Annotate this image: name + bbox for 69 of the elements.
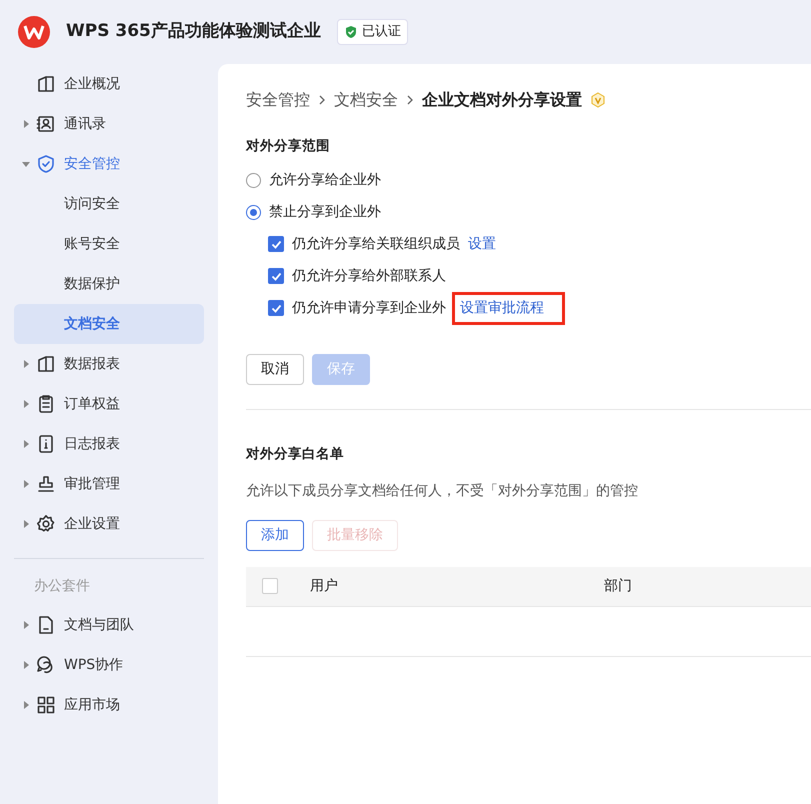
sidebar-item[interactable]: 通讯录 [14, 104, 204, 144]
sidebar-subitem[interactable]: 文档安全 [14, 304, 204, 344]
caret-down-icon [22, 160, 30, 168]
settings-link[interactable]: 设置 [468, 234, 496, 255]
highlighted-link[interactable]: 设置审批流程 [452, 292, 565, 325]
section-title: 对外分享范围 [246, 137, 331, 156]
checkbox-label: 仍允许分享给外部联系人 [292, 266, 446, 286]
checkbox-label: 仍允许分享给关联组织成员 [292, 234, 460, 254]
caret-right-icon [22, 400, 30, 408]
caret-right-icon [22, 701, 30, 709]
breadcrumb-link[interactable]: 文档安全 [334, 88, 398, 112]
radio-button[interactable] [246, 204, 261, 220]
shield-check-icon [36, 154, 56, 174]
radio-label: 禁止分享到企业外 [269, 202, 381, 222]
checkbox[interactable] [268, 268, 284, 284]
sidebar-subitem[interactable]: 数据保护 [14, 264, 204, 304]
checkbox-label: 仍允许申请分享到企业外 [292, 298, 446, 318]
wps-logo-icon [18, 16, 50, 48]
shield-check-icon [344, 25, 358, 39]
building-icon [36, 74, 56, 94]
caret-right-icon [22, 520, 30, 528]
checkbox[interactable] [268, 236, 284, 252]
radio-button[interactable] [246, 172, 261, 188]
sidebar-item[interactable]: WPS协作 [14, 645, 204, 685]
gear-icon [36, 514, 56, 534]
sidebar-item[interactable]: 订单权益 [14, 384, 204, 424]
page-title: 企业文档对外分享设置 [422, 89, 582, 111]
document-icon [36, 615, 56, 635]
sidebar-item[interactable]: 文档与团队 [14, 605, 204, 645]
check-icon [270, 302, 282, 314]
stamp-icon [36, 474, 56, 494]
sidebar-item[interactable]: 日志报表 [14, 424, 204, 464]
building-icon [36, 354, 56, 374]
sidebar-item[interactable]: 安全管控 [14, 144, 204, 184]
section-title: 对外分享白名单 [246, 445, 345, 464]
check-icon [270, 270, 282, 282]
caret-right-icon [22, 480, 30, 488]
contact-card-icon [36, 114, 56, 134]
chevron-right-icon [318, 95, 326, 105]
info-doc-icon [36, 434, 56, 454]
caret-right-icon [22, 621, 30, 629]
sidebar-item[interactable]: 企业概况 [14, 64, 204, 104]
description-text: 允许以下成员分享文档给任何人，不受「对外分享范围」的管控 [246, 482, 639, 500]
organization-name: WPS 365产品功能体验测试企业 [66, 20, 321, 44]
caret-right-icon [22, 661, 30, 669]
caret-right-icon [22, 120, 30, 128]
breadcrumb-link[interactable]: 安全管控 [246, 88, 310, 112]
app-grid-icon [36, 695, 56, 715]
chevron-right-icon [406, 95, 414, 105]
radio-label: 允许分享给企业外 [269, 170, 381, 190]
checkbox[interactable] [268, 300, 284, 316]
check-icon [270, 238, 282, 250]
sidebar-item[interactable]: 应用市场 [14, 685, 204, 725]
vip-badge-icon [590, 92, 606, 108]
select-all-checkbox[interactable] [262, 578, 278, 594]
sidebar-item[interactable]: 企业设置 [14, 504, 204, 544]
column-header: 用户 [310, 578, 338, 594]
caret-right-icon [22, 440, 30, 448]
sidebar-item[interactable]: 数据报表 [14, 344, 204, 384]
sidebar-subitem[interactable]: 账号安全 [14, 224, 204, 264]
action-button[interactable]: 添加 [246, 520, 304, 550]
column-header: 部门 [604, 578, 632, 594]
action-button[interactable]: 取消 [246, 354, 304, 386]
sidebar-item[interactable]: 审批管理 [14, 464, 204, 504]
caret-right-icon [22, 360, 30, 368]
verified-badge: 已认证 [336, 19, 408, 45]
sidebar-subitem[interactable]: 访问安全 [14, 184, 204, 224]
clipboard-icon [36, 394, 56, 414]
section-label: 办公套件 [33, 576, 91, 596]
